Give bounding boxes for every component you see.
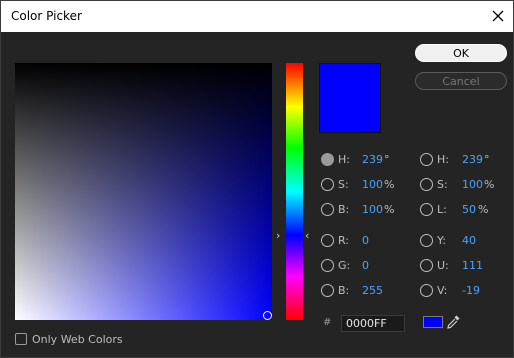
value-h-right[interactable]: 239 xyxy=(462,153,483,166)
hue-slider-left-arrow-icon[interactable]: › xyxy=(276,229,280,242)
radio-v-right[interactable] xyxy=(420,284,433,297)
label-s-right: S: xyxy=(437,178,448,191)
title-bar: Color Picker xyxy=(1,1,513,32)
hex-input[interactable] xyxy=(341,315,405,332)
close-button[interactable] xyxy=(483,1,513,32)
radio-s-left[interactable] xyxy=(321,178,334,191)
value-v-right[interactable]: -19 xyxy=(462,284,480,297)
only-web-colors-checkbox[interactable] xyxy=(15,333,27,345)
eyedropper-icon xyxy=(447,315,460,329)
window-title: Color Picker xyxy=(11,9,82,23)
only-web-colors-label: Only Web Colors xyxy=(32,333,123,346)
value-g-left[interactable]: 0 xyxy=(362,259,369,272)
label-g-left: G: xyxy=(338,259,351,272)
value-l-right[interactable]: 50 xyxy=(462,203,476,216)
field-cursor[interactable] xyxy=(263,311,272,320)
radio-g-left[interactable] xyxy=(321,259,334,272)
value-s-left[interactable]: 100 xyxy=(362,178,383,191)
radio-r-left[interactable] xyxy=(321,234,334,247)
radio-b-left[interactable] xyxy=(321,203,334,216)
radio-h-right[interactable] xyxy=(420,153,433,166)
value-s-right[interactable]: 100 xyxy=(462,178,483,191)
value-u-right[interactable]: 111 xyxy=(462,259,483,272)
label-y-right: Y: xyxy=(437,234,446,247)
unit-l-right: % xyxy=(478,203,489,216)
label-h-left: H: xyxy=(338,153,350,166)
unit-s-left: % xyxy=(384,178,395,191)
cancel-button[interactable]: Cancel xyxy=(415,72,507,90)
color-picker-window: Color Picker › ‹ OK Cancel H: 239 ° S: 1… xyxy=(0,0,514,358)
unit-s-right: % xyxy=(484,178,495,191)
value-y-right[interactable]: 40 xyxy=(462,234,476,247)
unit-h-right: ° xyxy=(484,153,490,166)
label-b-left: B: xyxy=(338,203,350,216)
radio-l-right[interactable] xyxy=(420,203,433,216)
saturation-brightness-field[interactable] xyxy=(15,63,272,320)
radio-y-right[interactable] xyxy=(420,234,433,247)
label-s-left: S: xyxy=(338,178,349,191)
label-h-right: H: xyxy=(437,153,449,166)
unit-h-left: ° xyxy=(384,153,390,166)
radio-s-right[interactable] xyxy=(420,178,433,191)
value-r-left[interactable]: 0 xyxy=(362,234,369,247)
value-h-left[interactable]: 239 xyxy=(362,153,383,166)
radio-h-left[interactable] xyxy=(321,153,334,166)
close-icon xyxy=(492,10,504,22)
label-b2-left: B: xyxy=(338,284,350,297)
hue-slider-right-arrow-icon[interactable]: ‹ xyxy=(305,229,309,242)
ok-button[interactable]: OK xyxy=(415,44,507,62)
unit-b-left: % xyxy=(384,203,395,216)
radio-b2-left[interactable] xyxy=(321,284,334,297)
value-b2-left[interactable]: 255 xyxy=(362,284,383,297)
radio-u-right[interactable] xyxy=(420,259,433,272)
label-r-left: R: xyxy=(338,234,350,247)
label-v-right: V: xyxy=(437,284,448,297)
hue-slider[interactable] xyxy=(286,63,303,320)
eyedropper-button[interactable] xyxy=(445,314,461,330)
label-l-right: L: xyxy=(437,203,447,216)
label-u-right: U: xyxy=(437,259,449,272)
hex-label: # xyxy=(323,317,332,328)
value-b-left[interactable]: 100 xyxy=(362,203,383,216)
hex-color-swatch xyxy=(423,316,443,328)
new-color-swatch xyxy=(319,63,381,133)
